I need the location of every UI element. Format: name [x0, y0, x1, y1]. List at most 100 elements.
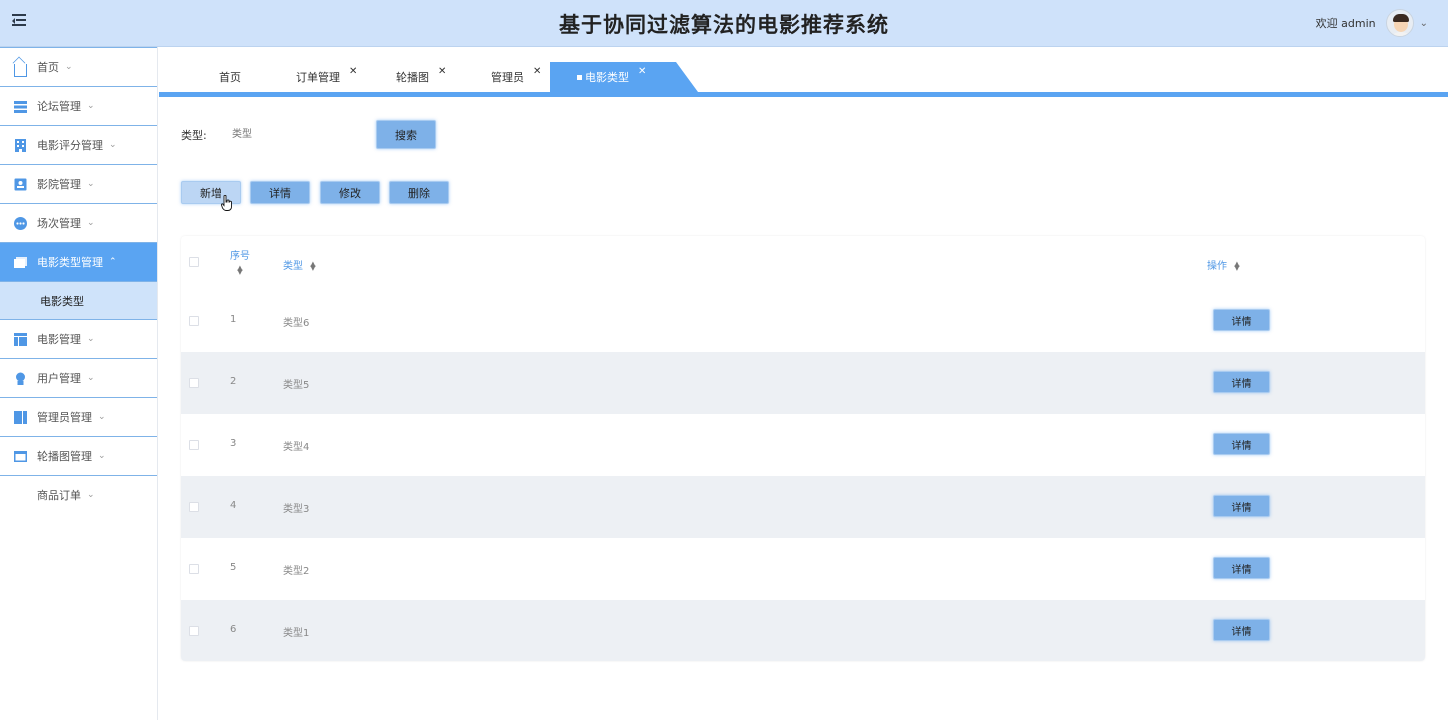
cell-no: 4	[230, 500, 237, 511]
close-icon[interactable]: ✕	[638, 66, 646, 77]
sidebar-item-label: 轮播图管理	[37, 450, 92, 463]
row-detail-button[interactable]: 详情	[1213, 433, 1270, 455]
chevron-down-icon: ⌄	[87, 218, 95, 228]
user-menu[interactable]: 欢迎 admin ⌄	[1316, 5, 1428, 41]
chevron-down-icon[interactable]: ⌄	[1420, 18, 1428, 29]
table-header: 序号 ▲ ▼ 类型 ▲ ▼ 操作 ▲ ▼	[181, 236, 1425, 291]
detail-button[interactable]: 详情	[250, 181, 310, 204]
column-header-type[interactable]: 类型 ▲ ▼	[283, 257, 316, 273]
sidebar-item-forum[interactable]: 论坛管理 ⌄	[0, 86, 157, 125]
sidebar-item-carousel[interactable]: 轮播图管理 ⌄	[0, 436, 157, 475]
search-input[interactable]	[222, 120, 362, 148]
top-header: 基于协同过滤算法的电影推荐系统 欢迎 admin ⌄	[0, 0, 1448, 47]
cell-no: 5	[230, 562, 237, 573]
tab-label: 管理员	[491, 71, 524, 84]
chevron-down-icon: ⌄	[87, 179, 95, 189]
row-checkbox[interactable]	[189, 626, 199, 636]
sidebar-item-label: 商品订单	[37, 489, 81, 502]
search-label: 类型:	[181, 129, 207, 142]
sidebar-item-label: 论坛管理	[37, 100, 81, 113]
sidebar-item-rating[interactable]: 电影评分管理 ⌄	[0, 125, 157, 164]
window-icon	[14, 450, 27, 463]
welcome-text: 欢迎 admin	[1315, 17, 1376, 30]
sort-icon[interactable]: ▲ ▼	[310, 261, 315, 272]
row-detail-button[interactable]: 详情	[1213, 309, 1270, 331]
row-checkbox[interactable]	[189, 378, 199, 388]
row-detail-button[interactable]: 详情	[1213, 619, 1270, 641]
sidebar-item-cinema[interactable]: 影院管理 ⌄	[0, 164, 157, 203]
sidebar-subitem-movie-type[interactable]: 电影类型	[0, 281, 157, 319]
cell-no: 3	[230, 438, 237, 449]
table-row: 3 类型4 详情	[181, 414, 1425, 476]
close-icon[interactable]: ✕	[349, 66, 357, 77]
select-all-checkbox[interactable]	[189, 257, 199, 267]
sidebar-item-orders[interactable]: 商品订单 ⌄	[0, 475, 157, 514]
sidebar-item-label: 电影评分管理	[37, 139, 103, 152]
data-table: 序号 ▲ ▼ 类型 ▲ ▼ 操作 ▲ ▼ 1 类型6 详情 2 类型5 详情 3 类型…	[181, 236, 1425, 661]
building-icon	[14, 138, 27, 152]
more-circle-icon	[14, 216, 27, 230]
avatar[interactable]	[1385, 9, 1414, 37]
sidebar-item-label: 首页	[37, 61, 59, 74]
column-header-no[interactable]: 序号 ▲ ▼	[230, 247, 250, 276]
close-icon[interactable]: ✕	[438, 66, 446, 77]
layout-icon	[14, 332, 27, 346]
sidebar: 首页 ⌄ 论坛管理 ⌄ 电影评分管理 ⌄ 影院管理 ⌄ 场次管理 ⌄ 电影类型管…	[0, 47, 158, 720]
sidebar-item-admin[interactable]: 管理员管理 ⌄	[0, 397, 157, 436]
chevron-up-icon: ⌃	[109, 257, 117, 267]
row-detail-button[interactable]: 详情	[1213, 371, 1270, 393]
chevron-down-icon: ⌄	[98, 412, 106, 422]
delete-button[interactable]: 删除	[389, 181, 449, 204]
row-checkbox[interactable]	[189, 316, 199, 326]
row-checkbox[interactable]	[189, 564, 199, 574]
hand-cursor-icon	[221, 195, 232, 211]
sidebar-item-label: 管理员管理	[37, 411, 92, 424]
contact-icon	[14, 178, 27, 191]
tab-home[interactable]: 首页	[219, 62, 241, 92]
tabs-bar: 首页 订单管理 ✕ 轮播图 ✕ 管理员 ✕ 电影类型 ✕	[159, 47, 1448, 97]
list-icon	[14, 100, 27, 113]
tab-carousel[interactable]: 轮播图 ✕	[396, 62, 446, 92]
sidebar-item-schedule[interactable]: 场次管理 ⌄	[0, 203, 157, 242]
tab-label: 轮播图	[396, 71, 429, 84]
row-detail-button[interactable]: 详情	[1213, 495, 1270, 517]
chevron-down-icon: ⌄	[87, 334, 95, 344]
sidebar-item-movie[interactable]: 电影管理 ⌄	[0, 319, 157, 358]
sidebar-subitem-label: 电影类型	[40, 294, 84, 308]
table-row: 6 类型1 详情	[181, 600, 1425, 661]
table-row: 4 类型3 详情	[181, 476, 1425, 538]
cell-no: 1	[230, 314, 237, 325]
sidebar-item-user[interactable]: 用户管理 ⌄	[0, 358, 157, 397]
table-row: 1 类型6 详情	[181, 290, 1425, 352]
sidebar-item-label: 场次管理	[37, 217, 81, 230]
column-header-op[interactable]: 操作 ▲ ▼	[1207, 257, 1240, 273]
sort-icon[interactable]: ▲ ▼	[1234, 261, 1239, 272]
sidebar-item-movie-type[interactable]: 电影类型管理 ⌃	[0, 242, 157, 281]
chevron-down-icon: ⌄	[87, 373, 95, 383]
sort-icon[interactable]: ▲ ▼	[237, 265, 242, 276]
tab-label: 电影类型	[585, 71, 629, 84]
chevron-down-icon: ⌄	[65, 62, 73, 72]
column-header-label: 序号	[230, 251, 250, 262]
folder-icon	[14, 256, 27, 269]
row-checkbox[interactable]	[189, 502, 199, 512]
sidebar-item-home[interactable]: 首页 ⌄	[0, 47, 157, 86]
active-dot-icon	[577, 74, 582, 80]
close-icon[interactable]: ✕	[533, 66, 541, 77]
cell-type: 类型1	[283, 628, 310, 639]
chevron-down-icon: ⌄	[87, 490, 95, 500]
cell-type: 类型6	[283, 318, 310, 329]
chevron-down-icon: ⌄	[87, 101, 95, 111]
row-checkbox[interactable]	[189, 440, 199, 450]
cell-type: 类型2	[283, 566, 310, 577]
row-detail-button[interactable]: 详情	[1213, 557, 1270, 579]
tabs-underline	[159, 92, 1448, 97]
cell-type: 类型3	[283, 504, 310, 515]
tab-orders[interactable]: 订单管理 ✕	[296, 62, 357, 92]
tab-label: 订单管理	[296, 71, 340, 84]
tab-admin[interactable]: 管理员 ✕	[491, 62, 541, 92]
tab-movie-type[interactable]: 电影类型 ✕	[550, 62, 698, 92]
edit-button[interactable]: 修改	[320, 181, 380, 204]
search-button[interactable]: 搜索	[376, 120, 436, 149]
column-header-label: 操作	[1207, 261, 1227, 272]
